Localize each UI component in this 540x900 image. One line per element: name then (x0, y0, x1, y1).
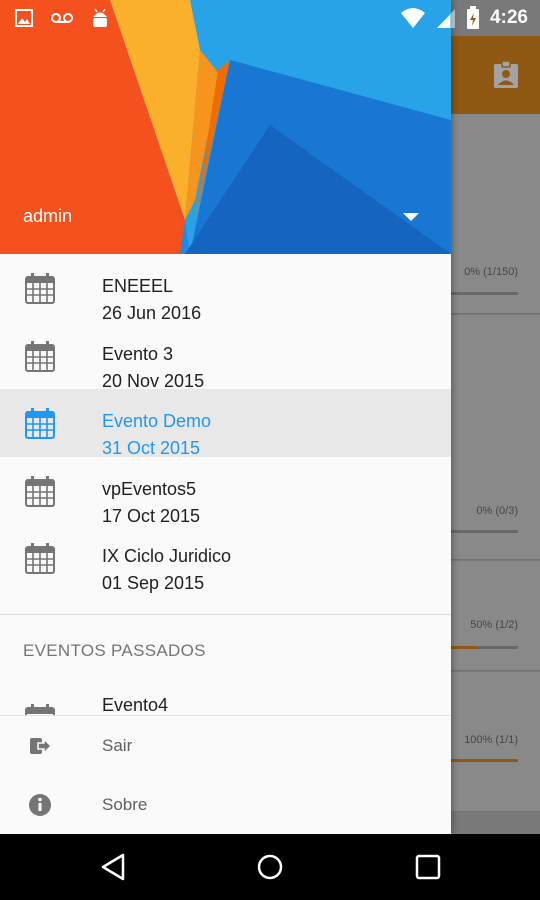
logout-icon (30, 737, 52, 755)
info-icon (29, 794, 51, 816)
calendar-icon (25, 543, 55, 574)
drawer-header: admin (0, 0, 451, 254)
about-menu-item[interactable]: Sobre (0, 775, 451, 833)
section-divider (0, 614, 451, 615)
calendar-icon (25, 340, 55, 372)
dropdown-arrow-icon[interactable] (402, 212, 420, 222)
recents-icon[interactable] (413, 852, 443, 882)
event-item[interactable]: IX Ciclo Juridico 01 Sep 2015 (0, 524, 451, 593)
account-name[interactable]: admin (23, 206, 72, 227)
calendar-icon (25, 273, 55, 304)
event-name: Evento Demo (102, 411, 212, 431)
past-events-header: EVENTOS PASSADOS (23, 641, 206, 660)
event-name: IX Ciclo Juridico (102, 546, 232, 566)
wifi-icon (400, 8, 425, 28)
event-item[interactable]: Evento 3 20 Nov 2015 (0, 322, 451, 391)
status-bar: 4:26 (0, 0, 540, 36)
event-name: ENEEEL (102, 276, 174, 296)
image-icon (15, 9, 33, 27)
past-event-item[interactable]: Evento4 (0, 686, 451, 716)
event-item[interactable]: ENEEEL 26 Jun 2016 (0, 254, 451, 323)
event-name: Evento4 (102, 695, 169, 715)
back-icon[interactable] (99, 852, 129, 882)
logout-menu-item[interactable]: Sair (0, 716, 451, 774)
battery-icon (466, 6, 479, 29)
navigation-drawer: admin ENEEEL 26 Jun 2016 Evento 3 20 Nov… (0, 0, 451, 834)
status-time: 4:26 (489, 7, 528, 28)
event-date: 01 Sep 2015 (102, 573, 205, 593)
event-list: ENEEEL 26 Jun 2016 Evento 3 20 Nov 2015 … (0, 254, 451, 593)
android-icon (93, 8, 107, 27)
calendar-icon (25, 475, 55, 507)
event-item[interactable]: vpEventos5 17 Oct 2015 (0, 457, 451, 526)
drawer-footer-menu: Sair Sobre (0, 715, 451, 834)
signal-icon (436, 9, 455, 28)
event-name: Evento 3 (102, 343, 174, 364)
calendar-icon (25, 408, 55, 439)
event-item-selected[interactable]: Evento Demo 31 Oct 2015 (0, 389, 451, 458)
menu-label: Sair (102, 736, 133, 755)
voicemail-icon (51, 13, 73, 23)
menu-label: Sobre (102, 795, 148, 814)
home-icon[interactable] (255, 852, 285, 882)
system-navigation-bar (0, 834, 540, 900)
event-name: vpEventos5 (102, 478, 197, 499)
